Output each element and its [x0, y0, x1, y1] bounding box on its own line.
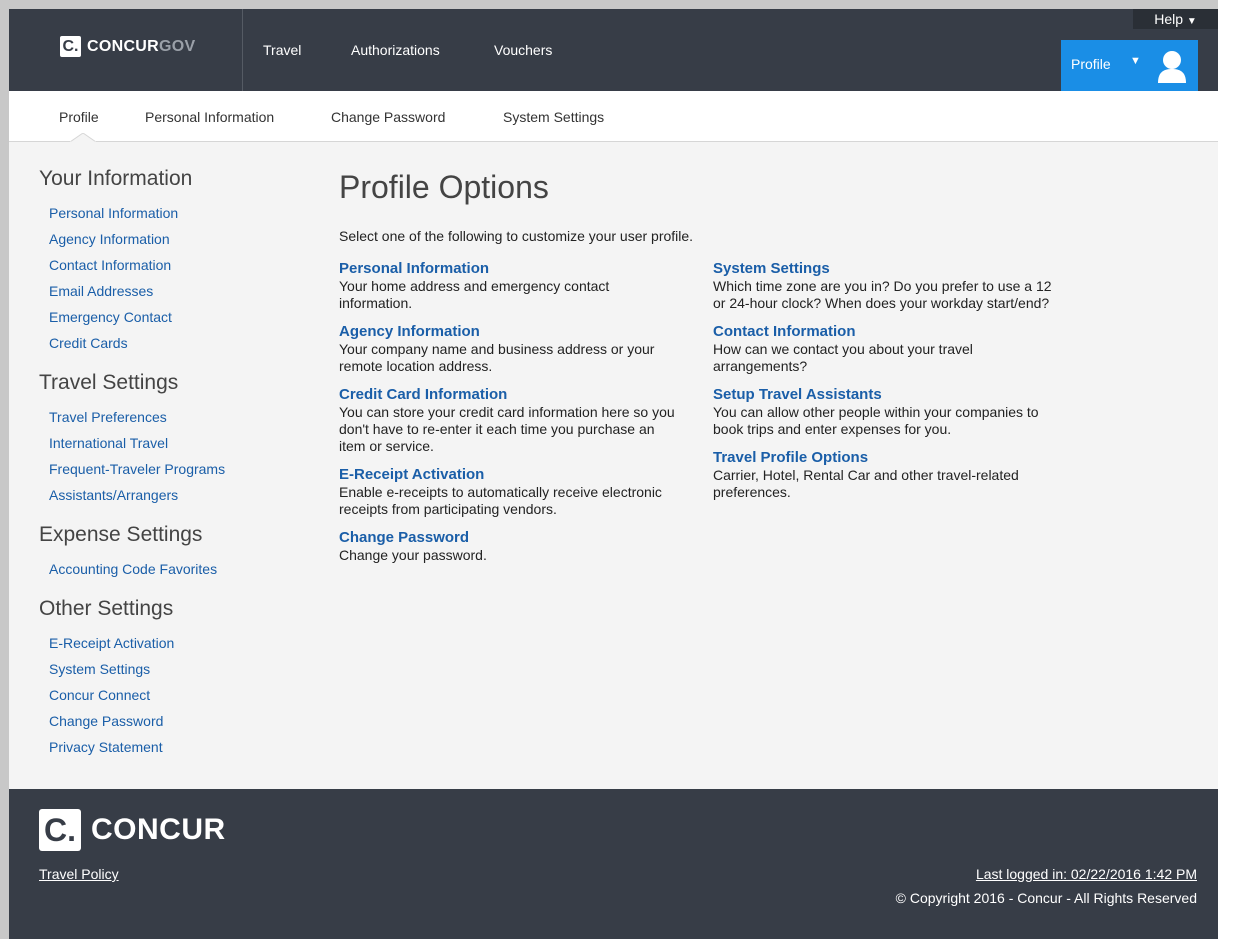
subnav-personal-information[interactable]: Personal Information — [145, 109, 274, 125]
option-description: Your company name and business address o… — [339, 341, 655, 374]
concurgov-logo[interactable]: C. CONCURGOV — [60, 36, 196, 57]
window-edge-left — [0, 0, 9, 939]
sidebar-link-agency-information[interactable]: Agency Information — [49, 230, 299, 256]
sidebar-link-assistants-arrangers[interactable]: Assistants/Arrangers — [49, 486, 299, 512]
option-credit-card-information[interactable]: Credit Card Information — [339, 386, 684, 404]
subnav-profile[interactable]: Profile — [59, 109, 99, 125]
sidebar-link-accounting-code-favorites[interactable]: Accounting Code Favorites — [49, 560, 299, 586]
options-column-left: Personal Information Your home address a… — [339, 260, 684, 575]
sidebar-link-frequent-traveler-programs[interactable]: Frequent-Traveler Programs — [49, 460, 299, 486]
option-description: How can we contact you about your travel… — [713, 341, 973, 374]
concur-logo-icon: C. — [39, 809, 81, 851]
option-e-receipt-activation[interactable]: E-Receipt Activation — [339, 466, 684, 484]
concur-logo-icon: C. — [60, 36, 81, 57]
main-content: Profile Options Select one of the follow… — [339, 164, 1199, 563]
sidebar-link-credit-cards[interactable]: Credit Cards — [49, 334, 299, 360]
sidebar-link-contact-information[interactable]: Contact Information — [49, 256, 299, 282]
option-personal-information[interactable]: Personal Information — [339, 260, 684, 278]
footer-concur-logo: C. CONCUR — [39, 809, 226, 851]
app-frame: C. CONCURGOV Travel Authorizations Vouch… — [9, 9, 1218, 939]
profile-label: Profile — [1071, 56, 1111, 72]
option-description: Your home address and emergency contact … — [339, 278, 610, 311]
option-agency-information[interactable]: Agency Information — [339, 323, 684, 341]
sidebar-heading-travel-settings: Travel Settings — [39, 371, 179, 394]
nav-authorizations[interactable]: Authorizations — [351, 42, 440, 58]
options-column-right: System Settings Which time zone are you … — [713, 260, 1053, 512]
option-description: Carrier, Hotel, Rental Car and other tra… — [713, 467, 1019, 500]
sidebar-link-emergency-contact[interactable]: Emergency Contact — [49, 308, 299, 334]
profile-subnav: Profile Personal Information Change Pass… — [9, 91, 1218, 142]
help-menu-button[interactable]: Help ▼ — [1133, 9, 1218, 29]
logo-text: CONCUR — [87, 37, 160, 55]
sidebar-link-international-travel[interactable]: International Travel — [49, 434, 299, 460]
option-change-password[interactable]: Change Password — [339, 529, 684, 547]
chevron-down-icon: ▼ — [1186, 16, 1197, 27]
sidebar-link-personal-information[interactable]: Personal Information — [49, 204, 299, 230]
option-description: You can store your credit card informati… — [339, 404, 675, 454]
option-description: Change your password. — [339, 547, 487, 563]
scrollbar-track[interactable] — [1218, 0, 1241, 939]
intro-text: Select one of the following to customize… — [339, 228, 694, 244]
top-navbar: C. CONCURGOV Travel Authorizations Vouch… — [9, 9, 1218, 91]
nav-travel[interactable]: Travel — [263, 42, 301, 58]
sidebar-link-privacy-statement[interactable]: Privacy Statement — [49, 738, 299, 764]
sidebar-link-travel-preferences[interactable]: Travel Preferences — [49, 408, 299, 434]
sidebar-link-concur-connect[interactable]: Concur Connect — [49, 686, 299, 712]
sidebar-link-change-password[interactable]: Change Password — [49, 712, 299, 738]
user-avatar-icon — [1158, 51, 1186, 83]
nav-vouchers[interactable]: Vouchers — [494, 42, 552, 58]
profile-sidebar: Your Information Personal Information Ag… — [39, 164, 299, 764]
travel-policy-link[interactable]: Travel Policy — [39, 866, 119, 882]
sidebar-heading-expense-settings: Expense Settings — [39, 523, 203, 546]
option-system-settings[interactable]: System Settings — [713, 260, 1053, 278]
option-description: You can allow other people within your c… — [713, 404, 1039, 437]
sidebar-heading-other-settings: Other Settings — [39, 597, 174, 620]
sidebar-link-email-addresses[interactable]: Email Addresses — [49, 282, 299, 308]
sidebar-link-system-settings[interactable]: System Settings — [49, 660, 299, 686]
nav-divider — [242, 9, 243, 91]
footer-logo-text: CONCUR — [91, 813, 226, 846]
last-logged-in-link[interactable]: Last logged in: 02/22/2016 1:42 PM — [976, 866, 1197, 882]
page-footer: C. CONCUR Travel Policy Last logged in: … — [9, 789, 1218, 939]
option-contact-information[interactable]: Contact Information — [713, 323, 1053, 341]
option-setup-travel-assistants[interactable]: Setup Travel Assistants — [713, 386, 1053, 404]
option-description: Enable e-receipts to automatically recei… — [339, 484, 662, 517]
option-travel-profile-options[interactable]: Travel Profile Options — [713, 449, 1053, 467]
active-tab-indicator — [70, 133, 96, 143]
subnav-change-password[interactable]: Change Password — [331, 109, 445, 125]
help-label: Help — [1154, 11, 1183, 27]
chevron-down-icon: ▼ — [1130, 55, 1141, 67]
logo-suffix: GOV — [159, 37, 196, 55]
copyright-text: © Copyright 2016 - Concur - All Rights R… — [895, 890, 1197, 906]
option-description: Which time zone are you in? Do you prefe… — [713, 278, 1052, 311]
subnav-system-settings[interactable]: System Settings — [503, 109, 604, 125]
profile-menu-button[interactable]: Profile ▼ — [1061, 40, 1198, 91]
sidebar-heading-your-information: Your Information — [39, 167, 193, 190]
page-title: Profile Options — [339, 169, 549, 205]
sidebar-link-e-receipt-activation[interactable]: E-Receipt Activation — [49, 634, 299, 660]
